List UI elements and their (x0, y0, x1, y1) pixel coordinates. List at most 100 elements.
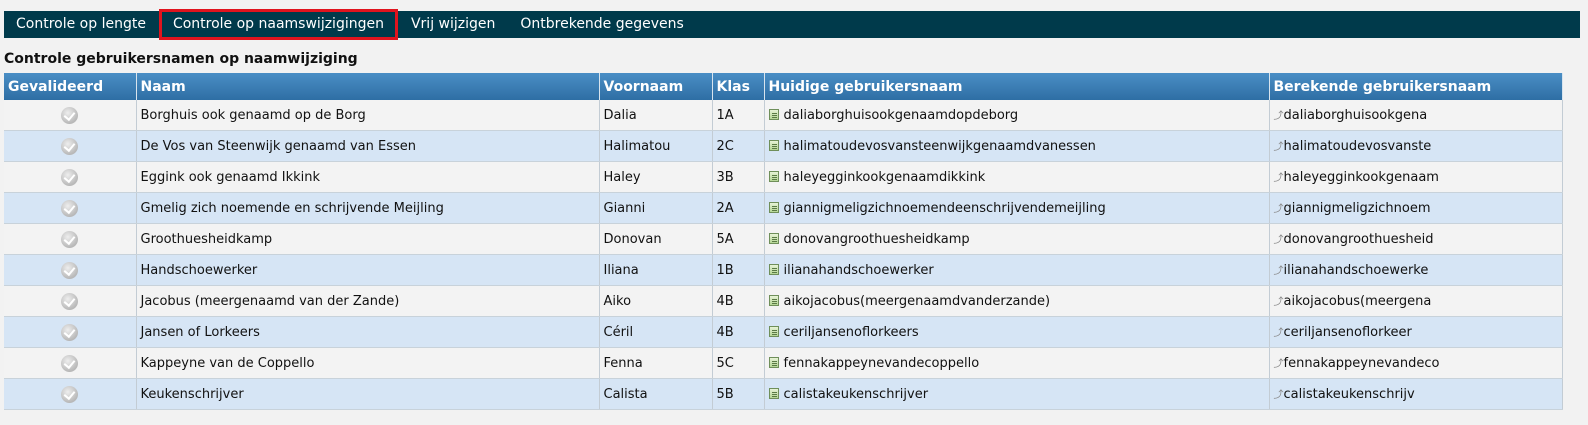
calculate-icon[interactable]: ⤴ (1274, 204, 1284, 215)
table-row[interactable]: Jacobus (meergenaamd van der Zande) Aiko 4… (4, 285, 1563, 317)
check-circle-icon[interactable] (61, 230, 79, 248)
huidige-gebruikersnaam-cell[interactable]: calistakeukenschrijver (764, 378, 1270, 410)
huidige-gebruikersnaam-cell[interactable]: aikojacobus(meergenaamdvanderzande) (764, 285, 1270, 317)
nav-controle-op-lengte[interactable]: Controle op lengte (4, 11, 158, 38)
berekende-gebruikersnaam-cell[interactable]: ⤴ceriljansenoflorkeer (1269, 316, 1563, 348)
calculate-icon[interactable]: ⤴ (1274, 359, 1284, 370)
huidige-gebruikersnaam-cell[interactable]: fennakappeynevandecoppello (764, 347, 1270, 379)
table-row[interactable]: Keukenschrijver Calista 5B calistakeukensch… (4, 378, 1563, 410)
table-row[interactable]: Borghuis ook genaamd op de Borg Dalia 1A da… (4, 100, 1563, 131)
calculate-icon[interactable]: ⤴ (1274, 328, 1284, 339)
validated-cell[interactable] (4, 100, 137, 131)
note-icon[interactable] (768, 108, 779, 120)
berekende-gebruikersnaam-cell[interactable]: ⤴halimatoudevosvanste (1269, 130, 1563, 162)
calculate-icon[interactable]: ⤴ (1274, 297, 1284, 308)
col-header-berekende-gebruikersnaam[interactable]: Berekende gebruikersnaam (1269, 73, 1563, 100)
berekende-gebruikersnaam-text: halimatoudevosvanste (1283, 138, 1432, 154)
berekende-gebruikersnaam-cell[interactable]: ⤴haleyegginkookgenaam (1269, 161, 1563, 193)
col-header-naam[interactable]: Naam (136, 73, 600, 100)
voornaam-cell: Donovan (599, 223, 713, 255)
validated-cell[interactable] (4, 130, 137, 162)
check-circle-icon[interactable] (61, 385, 79, 403)
note-icon[interactable] (768, 170, 779, 182)
berekende-gebruikersnaam-cell[interactable]: ⤴ilianahandschoewerke (1269, 254, 1563, 286)
note-icon[interactable] (768, 232, 779, 244)
table-row[interactable]: Gmelig zich noemende en schrijvende Meij… (4, 192, 1563, 224)
huidige-gebruikersnaam-cell[interactable]: halimatoudevosvansteenwijkgenaamdvanesse… (764, 130, 1270, 162)
note-icon[interactable] (768, 263, 779, 275)
calculate-icon[interactable]: ⤴ (1274, 390, 1284, 401)
col-header-voornaam[interactable]: Voornaam (599, 73, 713, 100)
usernames-table: Gevalideerd Naam Voornaam Klas Huidige g… (4, 73, 1563, 410)
naam-cell: Eggink ook genaamd Ikkink (136, 161, 600, 193)
naam-cell: Jansen of Lorkeers (136, 316, 600, 348)
table-row[interactable]: Kappeyne van de Coppello Fenna 5C fennakapp… (4, 347, 1563, 379)
validated-cell[interactable] (4, 192, 137, 224)
calculate-icon[interactable]: ⤴ (1274, 235, 1284, 246)
validated-cell[interactable] (4, 161, 137, 193)
note-icon[interactable] (768, 294, 779, 306)
table-header-row: Gevalideerd Naam Voornaam Klas Huidige g… (4, 73, 1563, 100)
nav-ontbrekende-gegevens[interactable]: Ontbrekende gegevens (508, 11, 695, 38)
berekende-gebruikersnaam-cell[interactable]: ⤴giannigmeligzichnoem (1269, 192, 1563, 224)
huidige-gebruikersnaam-cell[interactable]: giannigmeligzichnoemendeenschrijvendemei… (764, 192, 1270, 224)
berekende-gebruikersnaam-cell[interactable]: ⤴daliaborghuisookgena (1269, 100, 1563, 131)
huidige-gebruikersnaam-cell[interactable]: daliaborghuisookgenaamdopdeborg (764, 100, 1270, 131)
huidige-gebruikersnaam-text: daliaborghuisookgenaamdopdeborg (783, 107, 1019, 123)
voornaam-cell: Dalia (599, 100, 713, 131)
berekende-gebruikersnaam-text: ceriljansenoflorkeer (1283, 324, 1412, 340)
huidige-gebruikersnaam-text: ilianahandschoewerker (783, 262, 934, 278)
validated-cell[interactable] (4, 378, 137, 410)
note-icon[interactable] (768, 201, 779, 213)
note-icon[interactable] (768, 325, 779, 337)
note-icon[interactable] (768, 356, 779, 368)
col-header-klas[interactable]: Klas (712, 73, 765, 100)
validated-cell[interactable] (4, 316, 137, 348)
note-icon[interactable] (768, 387, 779, 399)
berekende-gebruikersnaam-cell[interactable]: ⤴donovangroothuesheid (1269, 223, 1563, 255)
table-row[interactable]: Jansen of Lorkeers Céril 4B ceriljansenoflo… (4, 316, 1563, 348)
check-circle-icon[interactable] (61, 261, 79, 279)
check-circle-icon[interactable] (61, 323, 79, 341)
check-circle-icon[interactable] (61, 199, 79, 217)
col-header-huidige-gebruikersnaam[interactable]: Huidige gebruikersnaam (764, 73, 1270, 100)
check-circle-icon[interactable] (61, 168, 79, 186)
note-icon[interactable] (768, 139, 779, 151)
berekende-gebruikersnaam-cell[interactable]: ⤴fennakappeynevandeco (1269, 347, 1563, 379)
validated-cell[interactable] (4, 285, 137, 317)
table-row[interactable]: Eggink ook genaamd Ikkink Haley 3B haleyegg… (4, 161, 1563, 193)
naam-cell: Keukenschrijver (136, 378, 600, 410)
voornaam-cell: Iliana (599, 254, 713, 286)
huidige-gebruikersnaam-cell[interactable]: donovangroothuesheidkamp (764, 223, 1270, 255)
huidige-gebruikersnaam-text: haleyegginkookgenaamdikkink (783, 169, 986, 185)
huidige-gebruikersnaam-cell[interactable]: ilianahandschoewerker (764, 254, 1270, 286)
validated-cell[interactable] (4, 254, 137, 286)
nav-controle-op-naamswijzigingen[interactable]: Controle op naamswijzigingen (158, 9, 398, 40)
table-row[interactable]: Groothuesheidkamp Donovan 5A donovangroothu… (4, 223, 1563, 255)
naam-cell: Groothuesheidkamp (136, 223, 600, 255)
table-row[interactable]: Handschoewerker Iliana 1B ilianahandschoewe… (4, 254, 1563, 286)
klas-cell: 1B (712, 254, 765, 286)
voornaam-cell: Haley (599, 161, 713, 193)
klas-cell: 2A (712, 192, 765, 224)
calculate-icon[interactable]: ⤴ (1274, 173, 1284, 184)
calculate-icon[interactable]: ⤴ (1274, 142, 1284, 153)
huidige-gebruikersnaam-cell[interactable]: ceriljansenoflorkeers (764, 316, 1270, 348)
table-row[interactable]: De Vos van Steenwijk genaamd van Essen Ha… (4, 130, 1563, 162)
voornaam-cell: Fenna (599, 347, 713, 379)
check-circle-icon[interactable] (61, 137, 79, 155)
berekende-gebruikersnaam-text: daliaborghuisookgena (1283, 107, 1428, 123)
berekende-gebruikersnaam-cell[interactable]: ⤴calistakeukenschrijv (1269, 378, 1563, 410)
validated-cell[interactable] (4, 347, 137, 379)
calculate-icon[interactable]: ⤴ (1274, 266, 1284, 277)
col-header-gevalideerd[interactable]: Gevalideerd (4, 73, 137, 100)
check-circle-icon[interactable] (61, 292, 79, 310)
check-circle-icon[interactable] (61, 106, 79, 124)
berekende-gebruikersnaam-cell[interactable]: ⤴aikojacobus(meergena (1269, 285, 1563, 317)
calculate-icon[interactable]: ⤴ (1274, 111, 1284, 122)
validated-cell[interactable] (4, 223, 137, 255)
huidige-gebruikersnaam-cell[interactable]: haleyegginkookgenaamdikkink (764, 161, 1270, 193)
klas-cell: 4B (712, 316, 765, 348)
check-circle-icon[interactable] (61, 354, 79, 372)
nav-vrij-wijzigen[interactable]: Vrij wijzigen (399, 11, 507, 38)
